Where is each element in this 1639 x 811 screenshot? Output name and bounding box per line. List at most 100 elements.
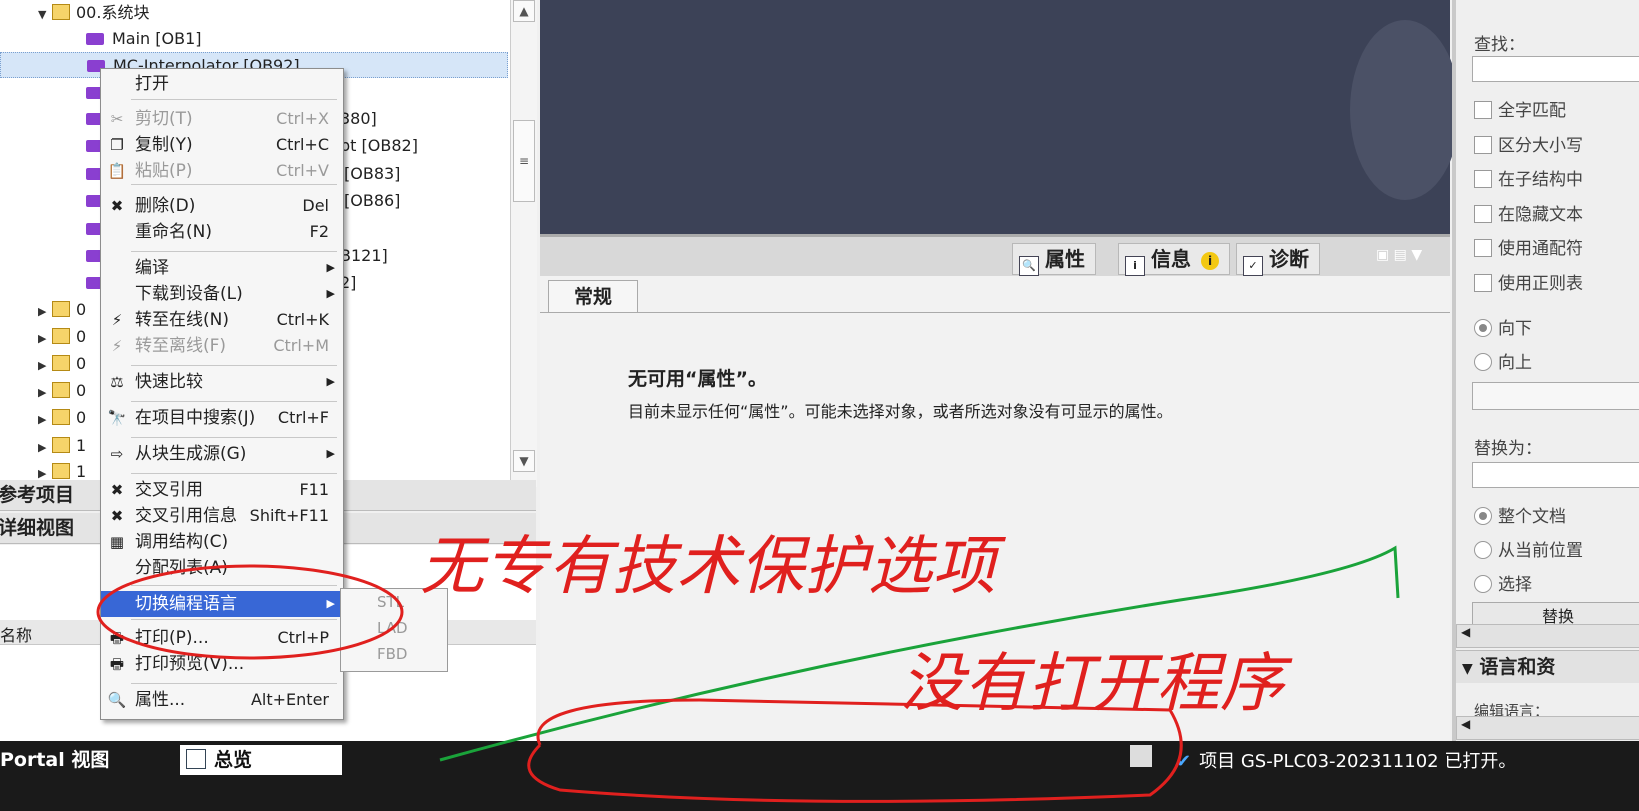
scope-from-current[interactable]: 从当前位置 <box>1474 536 1583 561</box>
menu-item[interactable]: 📋 粘贴(P) Ctrl+V <box>101 158 343 184</box>
menu-item[interactable]: ❐ 复制(Y) Ctrl+C <box>101 132 343 158</box>
radio-button[interactable] <box>1474 507 1492 525</box>
menu-item[interactable]: 打开 <box>101 71 343 97</box>
menu-item[interactable]: 重命名(N) F2 <box>101 219 343 245</box>
tree-item-label: B121] <box>340 246 388 265</box>
option-wildcards[interactable]: 使用通配符 <box>1474 234 1583 259</box>
scroll-up-icon[interactable]: ▲ <box>513 0 535 22</box>
menu-item-label: 打印(P)... <box>135 628 209 648</box>
option-whole-word[interactable]: 全字匹配 <box>1474 96 1566 121</box>
menu-item[interactable]: ✖ 交叉引用信息 Shift+F11 <box>101 503 343 529</box>
option-hidden-text[interactable]: 在隐藏文本 <box>1474 200 1583 225</box>
scroll-left-icon[interactable]: ◀ <box>1461 625 1470 639</box>
menu-item[interactable]: 编译 ▶ <box>101 255 343 281</box>
tree-folder[interactable]: ▶ 0 <box>38 324 86 350</box>
replace-input[interactable] <box>1472 462 1639 488</box>
checkbox[interactable] <box>1474 239 1492 257</box>
menu-item-shortcut: Alt+Enter <box>250 690 329 709</box>
menu-item[interactable]: 🔍 属性... Alt+Enter <box>101 687 343 713</box>
tree-folder[interactable]: ▶ 1 <box>38 433 86 459</box>
horizontal-scrollbar[interactable]: ◀ <box>1456 624 1639 648</box>
name-column-header[interactable]: 名称 <box>0 622 32 646</box>
language-section-header[interactable]: ▼ 语言和资 <box>1456 650 1639 683</box>
scope-whole-document[interactable]: 整个文档 <box>1474 502 1566 527</box>
tab-properties[interactable]: 🔍 属性 <box>1012 243 1096 276</box>
checkbox[interactable] <box>1474 274 1492 292</box>
option-substructures[interactable]: 在子结构中 <box>1474 165 1583 190</box>
find-button[interactable] <box>1472 382 1639 410</box>
diagnostics-icon: ✓ <box>1243 256 1263 276</box>
expand-right-icon[interactable]: ▶ <box>38 353 52 379</box>
find-input[interactable] <box>1472 56 1639 82</box>
menu-item[interactable]: ⇨ 从块生成源(G) ▶ <box>101 441 343 467</box>
overview-tab[interactable]: 总览 <box>180 745 342 775</box>
replace-button[interactable]: 替换 <box>1472 602 1639 626</box>
menu-item-label: 打开 <box>135 74 169 94</box>
folder-icon <box>52 409 70 425</box>
tree-folder-label: 1 <box>76 462 87 481</box>
menu-item-shortcut: Ctrl+X <box>276 109 329 128</box>
option-regex[interactable]: 使用正则表 <box>1474 269 1583 294</box>
menu-separator <box>131 585 337 586</box>
menu-item[interactable]: 🔭 在项目中搜索(J) Ctrl+F <box>101 405 343 431</box>
scroll-thumb[interactable]: ≡ <box>513 120 535 202</box>
menu-item-label: 属性... <box>135 690 186 710</box>
menu-item[interactable]: ⚡ 转至在线(N) Ctrl+K <box>101 307 343 333</box>
expand-right-icon[interactable]: ▶ <box>38 435 52 461</box>
expand-right-icon[interactable]: ▶ <box>38 326 52 352</box>
checkbox[interactable] <box>1474 136 1492 154</box>
tree-folder[interactable]: ▶ 0 <box>38 378 86 404</box>
direction-up[interactable]: 向上 <box>1474 348 1532 373</box>
expand-right-icon[interactable]: ▶ <box>38 407 52 433</box>
checkbox[interactable] <box>1474 101 1492 119</box>
menu-item[interactable]: 🖶 打印预览(V)... <box>101 651 343 677</box>
panel-controls-icon[interactable]: ▣ ▤ ▼ <box>1376 247 1422 263</box>
tab-general[interactable]: 常规 <box>548 280 638 313</box>
status-icon[interactable] <box>1130 745 1152 767</box>
menu-item[interactable]: ✖ 删除(D) Del <box>101 193 343 219</box>
binoculars-icon: 🔭 <box>107 409 127 427</box>
tab-info[interactable]: i 信息 i <box>1118 243 1230 276</box>
menu-item-shortcut: Ctrl+M <box>273 336 329 355</box>
menu-item-shortcut: Shift+F11 <box>249 506 329 525</box>
tree-folder[interactable]: ▶ 0 <box>38 351 86 377</box>
scroll-left-icon[interactable]: ◀ <box>1461 717 1470 731</box>
menu-item[interactable]: ⚖ 快速比较 ▶ <box>101 369 343 395</box>
scroll-down-icon[interactable]: ▼ <box>513 450 535 472</box>
menu-item[interactable]: 切换编程语言 ▶ <box>101 591 343 617</box>
tree-scrollbar[interactable]: ▲ ≡ ▼ <box>510 0 537 487</box>
submenu-item-fbd[interactable]: FBD <box>377 645 407 663</box>
submenu-arrow-icon: ▶ <box>326 375 335 388</box>
divider <box>540 312 1450 313</box>
scope-selection[interactable]: 选择 <box>1474 570 1532 595</box>
horizontal-scrollbar-2[interactable]: ◀ <box>1456 716 1639 740</box>
option-match-case[interactable]: 区分大小写 <box>1474 131 1583 156</box>
direction-down[interactable]: 向下 <box>1474 314 1532 339</box>
menu-item[interactable]: ▦ 调用结构(C) <box>101 529 343 555</box>
menu-item[interactable]: 下载到设备(L) ▶ <box>101 281 343 307</box>
expand-right-icon[interactable]: ▶ <box>38 299 52 325</box>
checkbox[interactable] <box>1474 205 1492 223</box>
radio-button[interactable] <box>1474 319 1492 337</box>
portal-view-button[interactable]: Portal 视图 <box>0 745 109 772</box>
option-label: 在隐藏文本 <box>1498 205 1583 225</box>
expand-down-icon[interactable]: ▼ <box>38 2 52 28</box>
menu-item[interactable]: ✂ 剪切(T) Ctrl+X <box>101 106 343 132</box>
submenu-item-lad[interactable]: LAD <box>377 619 408 637</box>
tree-folder-system-blocks[interactable]: ▼ 00.系统块 <box>38 0 149 26</box>
submenu-item-stl[interactable]: STL <box>377 593 404 611</box>
radio-button[interactable] <box>1474 575 1492 593</box>
menu-item[interactable]: 🖶 打印(P)... Ctrl+P <box>101 625 343 651</box>
menu-item[interactable]: ✖ 交叉引用 F11 <box>101 477 343 503</box>
radio-button[interactable] <box>1474 353 1492 371</box>
tree-item-main[interactable]: Main [OB1] <box>86 26 202 52</box>
properties-icon: 🔍 <box>107 691 127 709</box>
menu-item[interactable]: 分配列表(A) <box>101 555 343 581</box>
menu-item[interactable]: ⚡ 转至离线(F) Ctrl+M <box>101 333 343 359</box>
tree-folder[interactable]: ▶ 0 <box>38 297 86 323</box>
checkbox[interactable] <box>1474 170 1492 188</box>
radio-button[interactable] <box>1474 541 1492 559</box>
tab-diagnostics[interactable]: ✓ 诊断 <box>1236 243 1320 276</box>
expand-right-icon[interactable]: ▶ <box>38 380 52 406</box>
tree-folder[interactable]: ▶ 0 <box>38 405 86 431</box>
